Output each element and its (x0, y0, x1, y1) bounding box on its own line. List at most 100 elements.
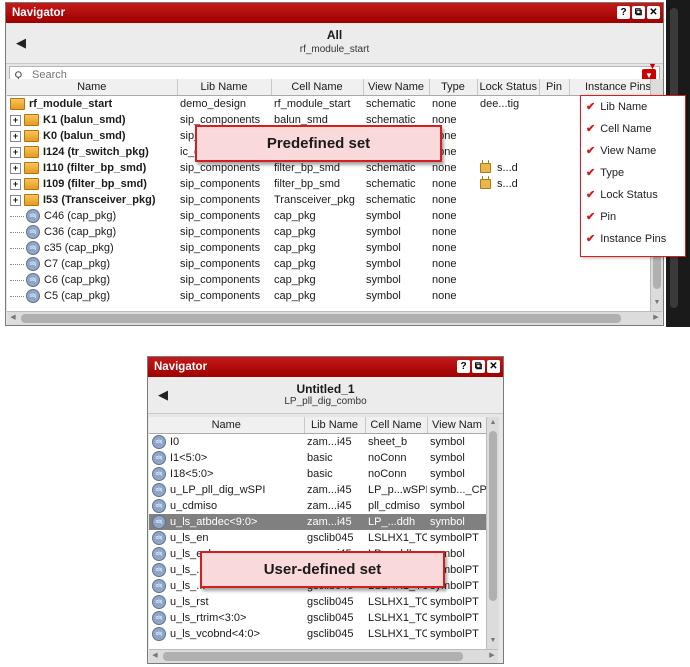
table-row[interactable]: obj I0 zam...i45 sheet_b symbol (149, 434, 486, 451)
help-button[interactable]: ? (457, 360, 470, 373)
table-row[interactable]: obj C5 (cap_pkg) sip_components cap_pkg symb… (7, 288, 650, 304)
name-cell: obj u_cdmiso (149, 498, 304, 514)
name-cell: rf_module_start (7, 96, 177, 113)
scroll-right-arrow-icon[interactable]: ▶ (486, 650, 498, 662)
undock-button[interactable]: ⧉ (472, 360, 485, 373)
menu-item-label: Pin (600, 211, 617, 223)
scroll-thumb[interactable] (163, 652, 463, 661)
column-header-cell[interactable]: Cell Name (365, 417, 428, 434)
column-header-view[interactable]: View Nam (427, 417, 486, 434)
table-row[interactable]: + I110 (filter_bp_smd) sip_components filte… (7, 160, 650, 176)
object-icon: obj (152, 435, 166, 449)
scroll-down-arrow-icon[interactable]: ▼ (487, 635, 499, 647)
expand-icon[interactable]: + (10, 146, 21, 158)
scroll-left-arrow-icon[interactable]: ◀ (149, 650, 161, 662)
navigator-window-bottom: Navigator ? ⧉ ✕ ◀ Untitled_1 LP_pll_dig_… (147, 356, 504, 664)
lock-cell (477, 208, 539, 224)
scroll-left-arrow-icon[interactable]: ◀ (7, 312, 19, 324)
menu-item-column[interactable]: ✔ Lib Name (581, 96, 685, 118)
table-row[interactable]: obj C46 (cap_pkg) sip_components cap_pkg sym… (7, 208, 650, 224)
folder-icon (24, 130, 39, 143)
expand-icon[interactable]: + (10, 130, 21, 142)
object-icon: obj (152, 595, 166, 609)
type-cell: none (432, 226, 457, 238)
column-header-cell[interactable]: Cell Name (271, 79, 364, 96)
table-row[interactable]: obj C36 (cap_pkg) sip_components cap_pkg sym… (7, 224, 650, 240)
menu-item-column[interactable]: ✔ Instance Pins (581, 228, 685, 250)
hierarchy-table: Name Lib Name Cell Name View Nam obj I0 za… (149, 417, 486, 642)
expand-icon[interactable]: + (10, 194, 21, 206)
header-subtitle: LP_pll_dig_combo (284, 396, 367, 407)
scroll-right-arrow-icon[interactable]: ▶ (650, 312, 662, 324)
column-header-lock[interactable]: Lock Status (477, 79, 540, 96)
type-cell: none (432, 242, 457, 254)
table-row[interactable]: obj u_LP_pll_dig_wSPI zam...i45 LP_p...wSPI… (149, 482, 486, 498)
title-bar[interactable]: Navigator ? ⧉ ✕ (6, 3, 663, 23)
column-header-pin[interactable]: Pin (539, 79, 570, 96)
table-row[interactable]: obj u_ls_rst gsclib045 LSLHX1_TO symbolPT (149, 594, 486, 610)
table-row[interactable]: + I109 (filter_bp_smd) sip_components filte… (7, 176, 650, 192)
chevron-down-icon[interactable]: ▼ (648, 61, 657, 71)
column-header-name[interactable]: Name (149, 417, 305, 434)
column-header-name[interactable]: Name (7, 79, 178, 96)
menu-item-column[interactable]: ✔ Cell Name (581, 118, 685, 140)
view-cell: symbol (366, 258, 401, 270)
close-button[interactable]: ✕ (647, 6, 660, 19)
view-cell: schematic (366, 178, 416, 190)
scroll-thumb[interactable] (489, 431, 497, 601)
table-row[interactable]: obj I18<5:0> basic noConn symbol (149, 466, 486, 482)
checkmark-icon: ✔ (586, 145, 596, 157)
pin-cell (539, 272, 569, 288)
lock-cell: s...d (477, 160, 539, 176)
scroll-up-arrow-icon[interactable]: ▲ (487, 417, 499, 429)
lib-cell: sip_components (180, 274, 261, 286)
table-row[interactable]: obj C7 (cap_pkg) sip_components cap_pkg symb… (7, 256, 650, 272)
name-cell: obj u_ls_en (149, 530, 304, 546)
row-name: rf_module_start (29, 97, 113, 110)
lock-icon (480, 176, 491, 190)
type-cell: none (432, 162, 457, 174)
table-row[interactable]: rf_module_start demo_design rf_module_star… (7, 96, 650, 113)
view-cell: symbol (366, 274, 401, 286)
undock-button[interactable]: ⧉ (632, 6, 645, 19)
scroll-thumb[interactable] (21, 314, 621, 323)
row-name: I124 (tr_switch_pkg) (43, 145, 149, 158)
folder-icon (24, 162, 39, 175)
tree-line (10, 295, 24, 297)
horizontal-scrollbar[interactable]: ◀ ▶ (149, 649, 498, 663)
scroll-down-arrow-icon[interactable]: ▼ (651, 297, 663, 309)
pin-cell (539, 224, 569, 240)
title-bar[interactable]: Navigator ? ⧉ ✕ (148, 357, 503, 377)
table-row[interactable]: + I53 (Transceiver_pkg) sip_components Tran… (7, 192, 650, 208)
table-row[interactable]: obj u_ls_atbdec<9:0> zam...i45 LP_...ddh sym… (149, 514, 486, 530)
menu-item-column[interactable]: ✔ Lock Status (581, 184, 685, 206)
help-button[interactable]: ? (617, 6, 630, 19)
column-header-view[interactable]: View Name (363, 79, 430, 96)
horizontal-scrollbar[interactable]: ◀ ▶ (7, 311, 662, 325)
table-row[interactable]: obj u_ls_rtrim<3:0> gsclib045 LSLHX1_TO symb… (149, 610, 486, 626)
table-row[interactable]: obj c35 (cap_pkg) sip_components cap_pkg sym… (7, 240, 650, 256)
column-header-lib[interactable]: Lib Name (177, 79, 272, 96)
lib-cell: basic (307, 468, 333, 480)
table-row[interactable]: obj u_ls_vcobnd<4:0> gsclib045 LSLHX1_TO sym… (149, 626, 486, 642)
row-name: u_cdmiso (170, 499, 218, 512)
expand-icon[interactable]: + (10, 114, 21, 126)
view-cell: symbol (427, 514, 486, 530)
expand-icon[interactable]: + (10, 162, 21, 174)
column-header-instance-pins[interactable]: Instance Pins (569, 79, 650, 96)
row-name: u_ls_atbdec<9:0> (170, 515, 258, 528)
table-row[interactable]: obj C6 (cap_pkg) sip_components cap_pkg symb… (7, 272, 650, 288)
expand-icon[interactable]: + (10, 178, 21, 190)
column-header-lib[interactable]: Lib Name (304, 417, 366, 434)
menu-item-column[interactable]: ✔ Type (581, 162, 685, 184)
object-icon: obj (26, 257, 40, 271)
vertical-scrollbar[interactable]: ▲ ▼ (486, 417, 499, 649)
table-row[interactable]: obj u_ls_en gsclib045 LSLHX1_TO symbolPT (149, 530, 486, 546)
row-name: C6 (cap_pkg) (44, 273, 111, 286)
close-button[interactable]: ✕ (487, 360, 500, 373)
menu-item-column[interactable]: ✔ View Name (581, 140, 685, 162)
menu-item-column[interactable]: ✔ Pin (581, 206, 685, 228)
table-row[interactable]: obj u_cdmiso zam...i45 pll_cdmiso symbol (149, 498, 486, 514)
table-row[interactable]: obj I1<5:0> basic noConn symbol (149, 450, 486, 466)
column-header-type[interactable]: Type (429, 79, 478, 96)
